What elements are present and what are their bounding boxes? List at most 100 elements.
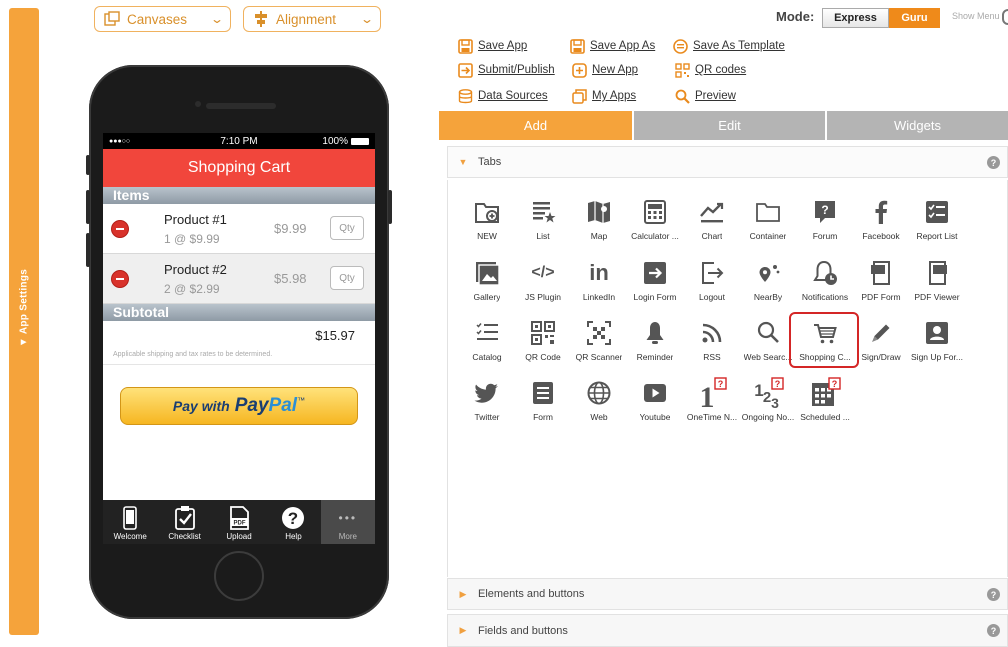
remove-item-icon[interactable]	[111, 220, 129, 238]
widget-nearby[interactable]: NearBy	[740, 257, 796, 315]
phone-device-icon	[123, 504, 138, 532]
widget-pdf-form[interactable]: PDF Form	[853, 257, 909, 315]
alignment-dropdown[interactable]: Alignment ⌄	[243, 6, 381, 32]
data-sources-link[interactable]: Data Sources	[457, 88, 548, 104]
product-detail: 2 @ $2.99	[164, 282, 220, 296]
show-menu-toggle[interactable]	[1002, 9, 1008, 25]
preview-link[interactable]: Preview	[674, 88, 736, 104]
widget-facebook[interactable]: Facebook	[853, 196, 909, 254]
widget-chart[interactable]: Chart	[684, 196, 740, 254]
widget-new[interactable]: NEW	[459, 196, 515, 254]
qty-field[interactable]: Qty	[330, 266, 364, 290]
widget-map[interactable]: Map	[571, 196, 627, 254]
pdf-viewer-icon	[921, 257, 953, 289]
widget-container[interactable]: Container	[740, 196, 796, 254]
facebook-icon	[865, 196, 897, 228]
help-icon[interactable]: ?	[987, 588, 1000, 601]
phone-volume-up-button	[86, 190, 90, 224]
product-row[interactable]: Product #2 2 @ $2.99 $5.98 Qty	[103, 254, 375, 304]
widget-calculator[interactable]: Calculator ...	[627, 196, 683, 254]
widget-web-search[interactable]: Web Searc...	[740, 317, 796, 375]
submit-publish-link[interactable]: Submit/Publish	[457, 62, 555, 78]
widget-pdf-viewer[interactable]: PDF Viewer	[909, 257, 965, 315]
tab-add[interactable]: Add	[439, 111, 632, 140]
app-settings-strip[interactable]: ▼ App Settings	[9, 8, 39, 635]
widget-youtube[interactable]: Youtube	[627, 377, 683, 435]
new-app-label: New App	[592, 64, 639, 76]
svg-text:1: 1	[700, 381, 715, 409]
product-row[interactable]: Product #1 1 @ $9.99 $9.99 Qty	[103, 204, 375, 254]
phone-tab-upload[interactable]: PDF Upload	[212, 500, 266, 544]
widget-linkedin[interactable]: in LinkedIn	[571, 257, 627, 315]
qty-field[interactable]: Qty	[330, 216, 364, 240]
my-apps-label: My Apps	[592, 90, 637, 102]
paypal-trademark: ™	[297, 396, 306, 405]
help-icon[interactable]: ?	[987, 156, 1000, 169]
widget-rss[interactable]: RSS	[684, 317, 740, 375]
widget-label: Youtube	[639, 412, 671, 422]
elements-accordion-header[interactable]: ▶ Elements and buttons ?	[447, 578, 1008, 610]
app-settings-label[interactable]: ▼ App Settings	[19, 269, 30, 347]
phone-tab-help[interactable]: ? Help	[266, 500, 320, 544]
widget-ongoing-notification[interactable]: 1 2 3? Ongoing No...	[740, 377, 796, 435]
svg-text:?: ?	[288, 509, 298, 528]
qr-codes-link[interactable]: QR codes	[674, 62, 746, 78]
phone-screen[interactable]: ●●●○○ 7:10 PM 100% Shopping Cart Items P…	[103, 133, 375, 544]
phone-tab-label: Checklist	[168, 532, 201, 541]
save-as-template-label: Save As Template	[693, 40, 785, 52]
product-name: Product #1	[164, 212, 227, 227]
widget-forum[interactable]: ? Forum	[797, 196, 853, 254]
widget-form[interactable]: Form	[515, 377, 571, 435]
widget-sign-up-form[interactable]: Sign Up For...	[909, 317, 965, 375]
folder-icon	[752, 196, 784, 228]
fields-accordion-header[interactable]: ▶ Fields and buttons ?	[447, 614, 1008, 647]
phone-tab-more[interactable]: ••• More	[320, 500, 375, 544]
tabs-accordion-label: Tabs	[478, 156, 502, 168]
widget-twitter[interactable]: Twitter	[459, 377, 515, 435]
new-folder-icon	[471, 196, 503, 228]
widget-list[interactable]: List	[515, 196, 571, 254]
checklist-icon	[174, 504, 196, 532]
widget-catalog[interactable]: Catalog	[459, 317, 515, 375]
widget-onetime-notification[interactable]: 1? OneTime N...	[684, 377, 740, 435]
widget-js-plugin[interactable]: </> JS Plugin	[515, 257, 571, 315]
paypal-logo-pay: Pay	[234, 395, 269, 416]
mode-guru-button[interactable]: Guru	[889, 8, 940, 28]
phone-tab-checklist[interactable]: Checklist	[157, 500, 211, 544]
screen-title: Shopping Cart	[103, 149, 375, 187]
new-app-link[interactable]: New App	[571, 62, 638, 78]
widget-login-form[interactable]: Login Form	[627, 257, 683, 315]
widget-scheduled-notification[interactable]: ? Scheduled ...	[797, 377, 853, 435]
remove-item-icon[interactable]	[111, 270, 129, 288]
widget-qr-scanner[interactable]: QR Scanner	[571, 317, 627, 375]
widget-logout[interactable]: Logout	[684, 257, 740, 315]
save-app-link[interactable]: Save App	[457, 38, 527, 54]
tab-edit[interactable]: Edit	[634, 111, 825, 140]
tabs-accordion-header[interactable]: ▼ Tabs ?	[447, 146, 1008, 178]
app-builder-window: ▼ App Settings Canvases ⌄ Alignment ⌄ ●●…	[0, 0, 1008, 647]
widget-label: Scheduled ...	[800, 412, 850, 422]
phone-tab-label: More	[338, 532, 357, 541]
widget-gallery[interactable]: Gallery	[459, 257, 515, 315]
phone-tab-welcome[interactable]: Welcome	[103, 500, 157, 544]
caret-right-icon: ▶	[459, 625, 467, 635]
tab-widgets[interactable]: Widgets	[827, 111, 1008, 140]
widget-reminder[interactable]: Reminder	[627, 317, 683, 375]
widget-qr-code[interactable]: QR Code	[515, 317, 571, 375]
canvases-dropdown[interactable]: Canvases ⌄	[94, 6, 231, 32]
widget-sign-draw[interactable]: Sign/Draw	[853, 317, 909, 375]
product-name: Product #2	[164, 262, 227, 277]
my-apps-link[interactable]: My Apps	[571, 88, 636, 104]
product-price: $9.99	[274, 221, 307, 236]
save-as-template-link[interactable]: Save As Template	[672, 38, 785, 54]
phone-tab-label: Help	[285, 532, 302, 541]
twitter-icon	[471, 377, 503, 409]
mode-express-button[interactable]: Express	[822, 8, 889, 28]
widget-notifications[interactable]: Notifications	[797, 257, 853, 315]
widget-web[interactable]: Web	[571, 377, 627, 435]
save-app-as-link[interactable]: Save App As	[569, 38, 655, 54]
help-icon[interactable]: ?	[987, 624, 1000, 637]
paypal-button[interactable]: Pay with Pay Pal ™	[120, 387, 358, 425]
widget-report-list[interactable]: Report List	[909, 196, 965, 254]
mode-label: Mode:	[776, 9, 815, 24]
